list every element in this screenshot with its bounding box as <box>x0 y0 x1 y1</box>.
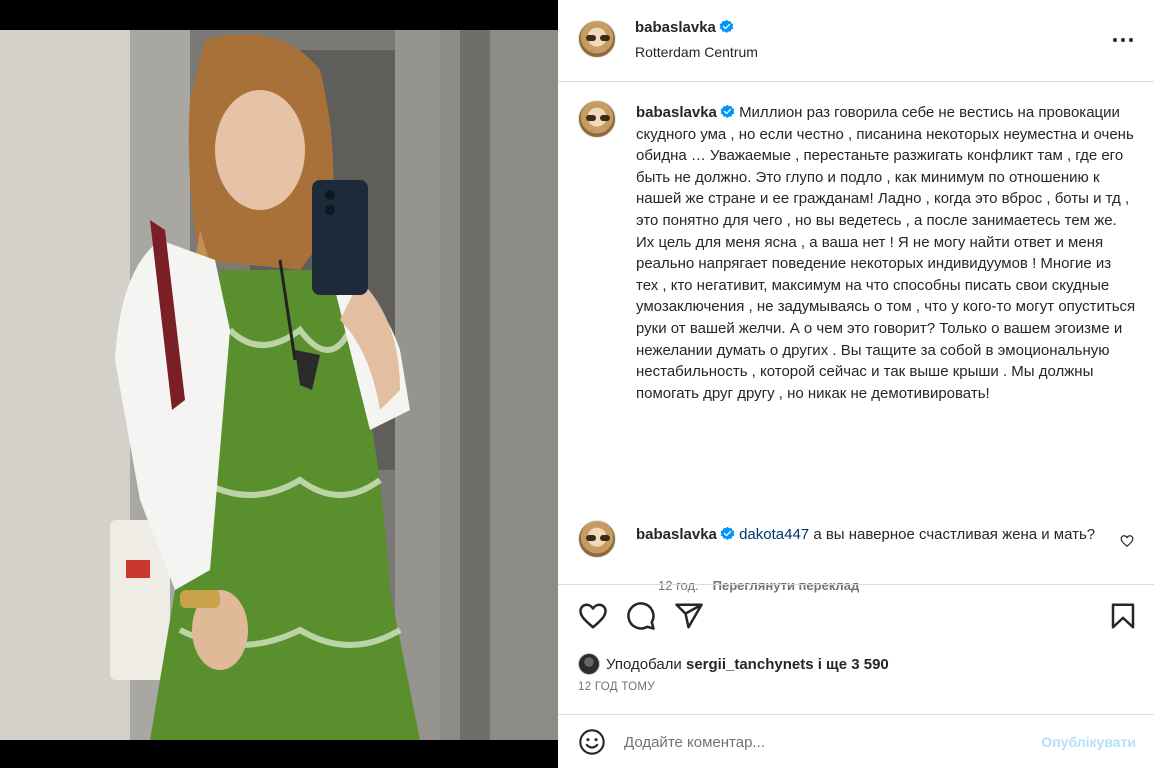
likes-count[interactable]: і ще 3 590 <box>818 656 889 673</box>
caption-avatar[interactable] <box>578 100 616 138</box>
post-actions: Уподобали sergii_tanchynets і ще 3 590 1… <box>558 584 1154 714</box>
caption-text-block: babaslavka Миллион раз говорила себе не … <box>636 102 1136 404</box>
sunglasses-icon <box>586 535 610 541</box>
post-photo-illustration <box>0 30 558 740</box>
liker-username[interactable]: sergii_tanchynets <box>686 656 814 673</box>
author-username-text[interactable]: babaslavka <box>635 19 716 36</box>
verified-badge-icon <box>720 526 735 540</box>
comment-text: а вы наверное счастливая жена и мать? <box>813 526 1096 543</box>
comment-icon[interactable] <box>626 601 656 631</box>
post-time[interactable]: 12 год тому <box>578 681 655 693</box>
save-icon[interactable] <box>1108 601 1138 631</box>
author-username[interactable]: babaslavka <box>635 19 734 36</box>
caption-text: Миллион раз говорила себе не вестись на … <box>636 104 1136 402</box>
caption-username[interactable]: babaslavka <box>636 104 717 121</box>
post-header: babaslavka Rotterdam Centrum <box>558 0 1154 82</box>
post-modal: babaslavka Rotterdam Centrum babaslavka … <box>0 0 1154 768</box>
share-icon[interactable] <box>674 601 704 631</box>
heart-icon[interactable] <box>578 601 608 631</box>
sunglasses-icon <box>586 115 610 121</box>
author-avatar[interactable] <box>578 20 616 58</box>
comment-username[interactable]: babaslavka <box>636 526 717 543</box>
comment-input[interactable] <box>624 729 1004 755</box>
post-location[interactable]: Rotterdam Centrum <box>635 44 758 60</box>
comment-like-heart-icon[interactable] <box>1120 534 1134 548</box>
sunglasses-icon <box>586 35 610 41</box>
liker-avatar[interactable] <box>578 653 600 675</box>
likes-prefix: Уподобали <box>606 656 682 673</box>
more-options-icon[interactable] <box>1112 30 1134 50</box>
comment-text-block: babaslavka dakota447 а вы наверное счаст… <box>636 524 1106 546</box>
publish-button[interactable]: Опублікувати <box>1041 734 1136 750</box>
comment-avatar[interactable] <box>578 520 616 558</box>
verified-badge-icon <box>719 19 734 33</box>
add-comment-bar: Опублікувати <box>558 714 1154 768</box>
emoji-icon[interactable] <box>578 728 606 756</box>
verified-badge-icon <box>720 104 735 118</box>
comment-mention[interactable]: dakota447 <box>739 526 809 543</box>
likes-summary: Уподобали sergii_tanchynets і ще 3 590 <box>578 653 889 675</box>
post-photo[interactable] <box>0 30 558 740</box>
post-sidebar: babaslavka Rotterdam Centrum babaslavka … <box>558 0 1154 768</box>
photo-pane <box>0 0 558 768</box>
